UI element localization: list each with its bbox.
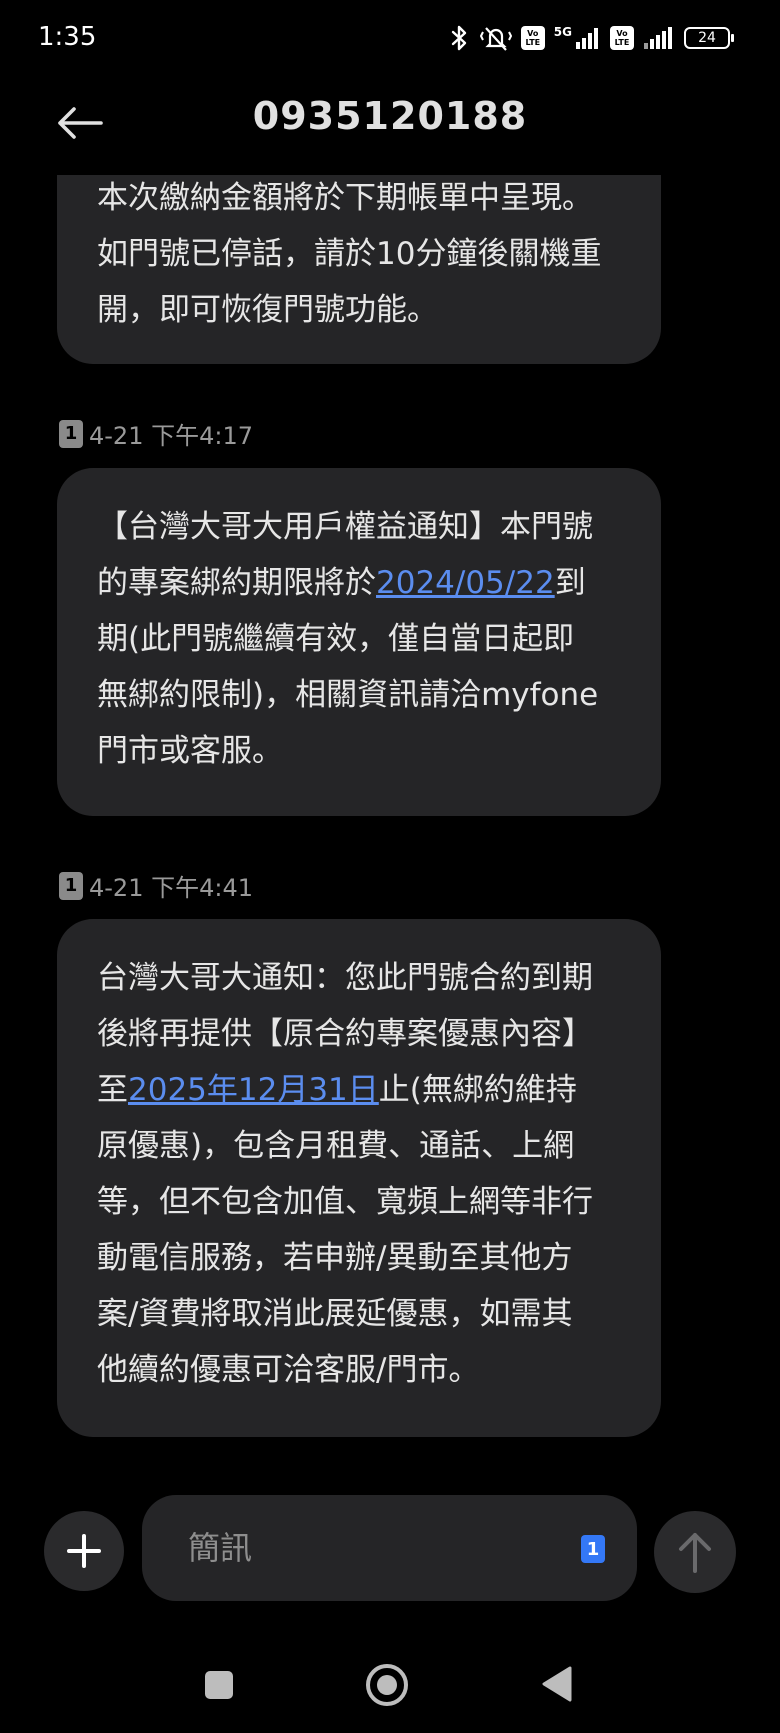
message-text: 至	[97, 1072, 128, 1108]
conversation-header: 0935120188	[0, 80, 780, 175]
status-bar: 1:35 Vo LTE 5G Vo LTE 24	[0, 0, 780, 80]
message-meta: 1 4-21 下午4:41	[59, 868, 253, 903]
volte-label: Vo	[616, 29, 628, 38]
sim-badge: 1	[59, 871, 83, 900]
message-line: 本次繳納金額將於下期帳單中呈現。	[97, 180, 593, 216]
message-meta: 1 4-21 下午4:17	[59, 416, 253, 451]
add-attachment-button[interactable]	[44, 1511, 124, 1591]
battery-level: 24	[698, 30, 716, 46]
date-link[interactable]: 2024/05/22	[376, 565, 555, 601]
recent-apps-button[interactable]	[205, 1671, 233, 1699]
message-line: 動電信服務，若申辦/異動至其他方	[97, 1240, 573, 1276]
system-nav-bar	[0, 1640, 780, 1733]
volte-label: LTE	[525, 38, 541, 47]
sim-select-button[interactable]: 1	[581, 1535, 605, 1563]
message-line: 開，即可恢復門號功能。	[97, 292, 438, 328]
signal-icon	[576, 28, 598, 49]
message-line: 至2025年12月31日止(無綁約維持	[97, 1062, 621, 1118]
network-type: 5G	[553, 25, 572, 39]
status-icons: Vo LTE 5G Vo LTE 24	[449, 22, 734, 54]
sim-badge: 1	[59, 419, 83, 448]
message-bubble[interactable]: 【台灣大哥大用戶權益通知】本門號 的專案綁約期限將於2024/05/22到 期(…	[57, 468, 661, 816]
message-line: 期(此門號繼續有效，僅自當日起即	[97, 621, 575, 657]
send-button[interactable]	[654, 1511, 736, 1593]
compose-bar: 1	[0, 1494, 780, 1604]
message-line: 台灣大哥大通知：您此門號合約到期	[97, 960, 593, 996]
nav-back-button[interactable]	[540, 1666, 574, 1702]
status-time: 1:35	[38, 22, 97, 52]
message-timestamp: 4-21 下午4:41	[89, 874, 253, 902]
message-bubble[interactable]: 本次繳納金額將於下期帳單中呈現。 如門號已停話，請於10分鐘後關機重 開，即可恢…	[57, 175, 661, 364]
home-button[interactable]	[366, 1664, 408, 1706]
message-line: 原優惠)，包含月租費、通話、上網	[97, 1128, 575, 1164]
message-line: 的專案綁約期限將於2024/05/22到	[97, 555, 621, 611]
message-line: 門市或客服。	[97, 733, 283, 769]
message-bubble[interactable]: 台灣大哥大通知：您此門號合約到期 後將再提供【原合約專案優惠內容】 至2025年…	[57, 919, 661, 1437]
volte-icon: Vo LTE	[610, 26, 634, 50]
plus-icon	[67, 1534, 101, 1568]
message-input[interactable]	[186, 1521, 550, 1575]
signal-icon	[644, 27, 672, 49]
message-line: 如門號已停話，請於10分鐘後關機重	[97, 236, 602, 272]
message-list[interactable]: 本次繳納金額將於下期帳單中呈現。 如門號已停話，請於10分鐘後關機重 開，即可恢…	[0, 175, 780, 1475]
volte-label: LTE	[614, 38, 630, 47]
message-line: 他續約優惠可洽客服/門市。	[97, 1352, 480, 1388]
message-line: 等，但不包含加值、寬頻上網等非行	[97, 1184, 593, 1220]
bluetooth-icon	[451, 25, 466, 51]
message-line: 後將再提供【原合約專案優惠內容】	[97, 1016, 593, 1052]
message-line: 案/資費將取消此展延優惠，如需其	[97, 1296, 573, 1332]
date-link[interactable]: 2025年12月31日	[128, 1072, 379, 1108]
volte-icon: Vo LTE	[520, 26, 545, 50]
message-line: 無綁約限制)，相關資訊請洽myfone	[97, 677, 599, 713]
message-text: 本次繳納金額將於下期帳單中呈現。 如門號已停話，請於10分鐘後關機重 開，即可恢…	[97, 175, 621, 338]
message-line: 【台灣大哥大用戶權益通知】本門號	[97, 509, 593, 545]
battery-icon: 24	[684, 27, 734, 49]
message-input-box[interactable]: 1	[142, 1495, 637, 1601]
contact-title: 0935120188	[252, 94, 528, 138]
message-timestamp: 4-21 下午4:17	[89, 422, 253, 450]
message-text: 到	[554, 565, 586, 601]
vibrate-silent-icon	[479, 27, 512, 51]
message-text: 的專案綁約期限將於	[97, 565, 376, 601]
message-text: 止(無綁約維持	[378, 1072, 577, 1108]
arrow-up-icon	[679, 1533, 711, 1573]
volte-label: Vo	[527, 29, 539, 38]
